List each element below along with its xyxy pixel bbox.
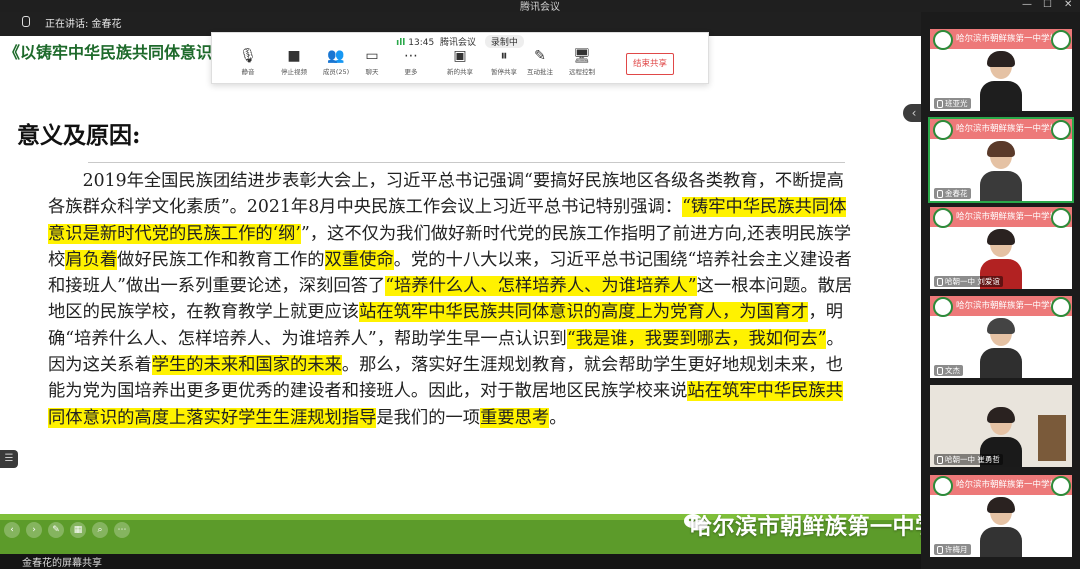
- speaking-label: 正在讲话: 金春花: [45, 19, 122, 30]
- participant-video: [980, 497, 1022, 557]
- mic-icon: [937, 367, 943, 375]
- highlighted-text: 站在筑牢中华民族共同体意识的高度上为党育人，为国育才: [359, 302, 809, 323]
- participant-tile[interactable]: 哈尔滨市朝鲜族第一中学校 许梅月: [930, 475, 1072, 557]
- highlighted-text: 重要思考: [480, 407, 550, 428]
- school-logo-icon: [933, 297, 953, 317]
- zoom-icon[interactable]: ⌕: [92, 522, 108, 538]
- school-banner-text: 哈尔滨市朝鲜族第一中学校: [956, 480, 1059, 490]
- status-bar: 金春花的屏幕共享: [0, 554, 921, 569]
- highlighted-text: “我是谁，我要到哪去，我如何去”: [566, 328, 827, 349]
- participant-name: 哈朝一中 刘爱谊: [934, 276, 1003, 287]
- remote-control-button[interactable]: 🖥 远程控制: [562, 48, 602, 76]
- signal-icon: ıll: [396, 38, 406, 48]
- window-titlebar: 腾讯会议 — ☐ ✕: [0, 0, 1080, 13]
- bookshelf: [1038, 415, 1066, 461]
- members-button[interactable]: 👥 成员(25): [316, 48, 356, 76]
- school-logo-icon: [933, 120, 953, 140]
- participant-name: 许梅月: [934, 544, 971, 555]
- highlighted-text: 学生的未来和国家的未来: [151, 355, 342, 376]
- participant-video: [980, 318, 1022, 378]
- camera-icon: ■: [287, 48, 301, 64]
- school-banner-text: 哈尔滨市朝鲜族第一中学校: [956, 34, 1059, 44]
- participant-video: [980, 141, 1022, 201]
- school-banner-text: 哈尔滨市朝鲜族第一中学校: [956, 124, 1059, 134]
- school-banner-text: 哈尔滨市朝鲜族第一中学校: [956, 212, 1059, 222]
- mic-icon: 🎙: [239, 48, 257, 64]
- stop-share-button[interactable]: 结束共享: [626, 53, 674, 75]
- mic-icon: [937, 278, 943, 286]
- annotate-icon: ✎: [534, 48, 546, 64]
- paragraph-text: 是我们的一项: [376, 407, 481, 428]
- participant-video: [980, 51, 1022, 111]
- school-banner-text: 哈尔滨市朝鲜族第一中学校: [956, 301, 1059, 311]
- slide-heading: 意义及原因:: [17, 122, 141, 149]
- mic-icon: [22, 16, 30, 27]
- participant-tile[interactable]: 哈尔滨市朝鲜族第一中学校 文杰: [930, 296, 1072, 378]
- toolbar-status: ıll 13:45 腾讯会议 录制中: [212, 35, 708, 48]
- screen-share-label: 金春花的屏幕共享: [22, 558, 102, 569]
- new-share-button[interactable]: ▣ 新的共享: [440, 48, 480, 76]
- slides-grid-icon[interactable]: ▦: [70, 522, 86, 538]
- school-logo-icon: [933, 30, 953, 50]
- mic-icon: [937, 456, 943, 464]
- maximize-icon[interactable]: ☐: [1043, 0, 1052, 10]
- paragraph-text: 。: [549, 407, 567, 428]
- pause-share-button[interactable]: ⏸ 暂停共享: [484, 48, 524, 76]
- school-logo-icon: [1051, 30, 1071, 50]
- participant-name: 金春花: [934, 188, 971, 199]
- participant-tile[interactable]: 哈尔滨市朝鲜族第一中学校 金春花: [930, 119, 1072, 201]
- highlighted-text: “培养什么人、怎样培养人、为谁培养人”: [385, 276, 697, 297]
- paragraph-text: 做好民族工作和教育工作的: [117, 249, 325, 270]
- annotate-button[interactable]: ✎ 互动批注: [520, 48, 560, 76]
- watermark: 哈尔滨市朝鲜族第一中学校: [690, 515, 961, 540]
- next-slide-icon[interactable]: ›: [26, 522, 42, 538]
- stop-video-button[interactable]: ■ 停止视频: [274, 48, 314, 76]
- school-logo-icon: [1051, 476, 1071, 496]
- participant-tile[interactable]: 哈尔滨市朝鲜族第一中学校 班亚光: [930, 29, 1072, 111]
- share-icon: ▣: [453, 48, 467, 64]
- pen-icon[interactable]: ✎: [48, 522, 64, 538]
- participant-tile[interactable]: 哈尔滨市朝鲜族第一中学校 哈朝一中 刘爱谊: [930, 207, 1072, 289]
- recording-badge[interactable]: 录制中: [484, 35, 524, 48]
- more-icon: ⋯: [404, 48, 418, 64]
- close-icon[interactable]: ✕: [1064, 0, 1072, 10]
- mute-button[interactable]: 🎙 静音: [228, 48, 268, 76]
- slide-paragraph: 2019年全国民族团结进步表彰大会上，习近平总书记强调“要搞好民族地区各级各类教…: [48, 168, 858, 431]
- minimize-icon[interactable]: —: [1022, 0, 1032, 10]
- highlighted-text: 肩负着: [65, 249, 118, 270]
- members-icon: 👥: [327, 48, 345, 64]
- school-logo-icon: [1051, 208, 1071, 228]
- chat-icon: ▭: [365, 48, 379, 64]
- participant-tile[interactable]: 哈朝一中 崔勇哲: [930, 385, 1072, 467]
- highlighted-text: 双重使命: [324, 249, 394, 270]
- chat-button[interactable]: ▭ 聊天: [352, 48, 392, 76]
- pause-icon: ⏸: [500, 48, 508, 64]
- list-icon[interactable]: ☰: [0, 450, 18, 468]
- more-options-icon[interactable]: ⋯: [114, 522, 130, 538]
- school-logo-icon: [933, 476, 953, 496]
- meeting-app-name: 腾讯会议: [439, 38, 476, 48]
- prev-slide-icon[interactable]: ‹: [4, 522, 20, 538]
- participant-name: 文杰: [934, 365, 963, 376]
- meeting-time: 13:45: [408, 38, 435, 48]
- shared-screen: 《以铸牢中华民族共同体意识为引领 落实好学生生涯规划指导》——散居地区民族学校德…: [0, 36, 921, 514]
- school-logo-icon: [933, 208, 953, 228]
- meeting-toolbar: ıll 13:45 腾讯会议 录制中 🎙 静音 ■ 停止视频 👥 成员(25) ▭ 聊天…: [211, 32, 709, 84]
- mic-icon: [937, 546, 943, 554]
- more-button[interactable]: ⋯ 更多: [391, 48, 431, 76]
- participant-name: 班亚光: [934, 98, 971, 109]
- mic-icon: [937, 190, 943, 198]
- slide-controls: ‹ › ✎ ▦ ⌕ ⋯: [0, 522, 140, 544]
- school-logo-icon: [1051, 120, 1071, 140]
- school-logo-icon: [1051, 297, 1071, 317]
- divider: [88, 162, 845, 163]
- remote-control-icon: 🖥: [573, 48, 591, 64]
- mic-icon: [937, 100, 943, 108]
- participant-name: 哈朝一中 崔勇哲: [934, 454, 1003, 465]
